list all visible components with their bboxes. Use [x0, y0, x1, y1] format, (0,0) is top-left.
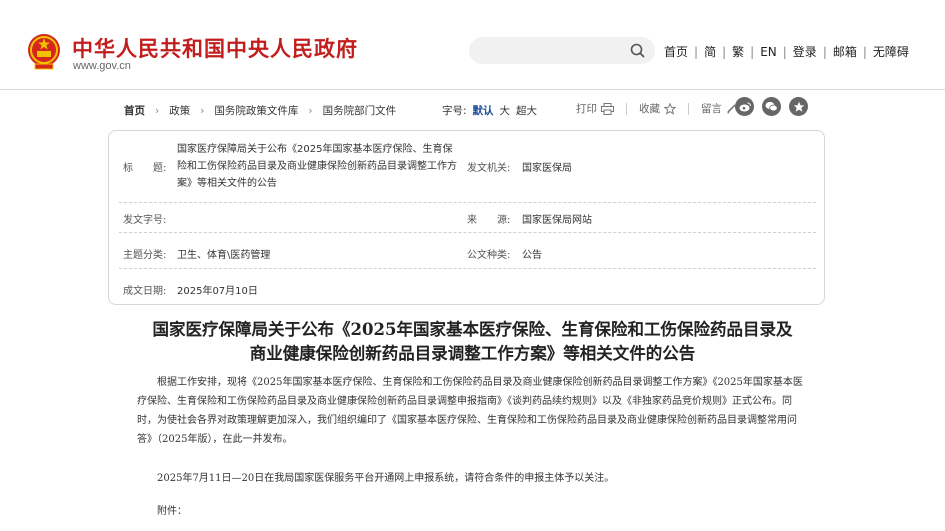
date-value: 2025年07月10日: [177, 286, 258, 297]
article-title: 国家医疗保障局关于公布《2025年国家基本医疗保险、生育保险和工伤保险药品目录及…: [120, 318, 825, 366]
breadcrumb-policy-library[interactable]: 国务院政策文件库: [214, 103, 298, 118]
chevron-right-icon: ›: [200, 104, 205, 117]
info-divider: [119, 232, 816, 233]
article-paragraph: 2025年7月11日—20日在我局国家医保服务平台开通网上申报系统，请符合条件的…: [157, 473, 615, 484]
title-label: 标 题:: [123, 163, 167, 174]
nav-separator: |: [750, 44, 755, 59]
chevron-right-icon: ›: [308, 104, 313, 117]
doc-no-label: 发文字号:: [123, 215, 167, 226]
site-title[interactable]: 中华人民共和国中央人民政府: [72, 33, 358, 63]
issuer-value: 国家医保局: [522, 163, 572, 174]
article-paragraph: 根据工作安排，现将《2025年国家基本医疗保险、生育保险和工伤保险药品目录及商业…: [137, 377, 803, 445]
article-tools: 打印 收藏 留言: [576, 101, 749, 116]
comment-label: 留言: [701, 103, 722, 115]
article-title-line: 国家医疗保障局关于公布《2025年国家基本医疗保险、生育保险和工伤保险药品目录及: [152, 320, 793, 339]
favorite-button[interactable]: 收藏: [639, 101, 676, 116]
font-size-default[interactable]: 默认: [473, 103, 494, 118]
tool-divider: [688, 102, 689, 115]
qzone-icon[interactable]: [789, 97, 808, 116]
doc-type-value: 公告: [522, 250, 542, 261]
weibo-icon[interactable]: [735, 97, 754, 116]
breadcrumb-department-docs[interactable]: 国务院部门文件: [323, 103, 397, 118]
nav-login[interactable]: 登录: [793, 43, 817, 60]
nav-separator: |: [782, 44, 787, 59]
national-emblem-icon[interactable]: [26, 32, 62, 72]
comment-button[interactable]: 留言: [701, 101, 737, 116]
top-nav: 首页 | 简 | 繁 | EN | 登录 | 邮箱 | 无障碍: [664, 43, 909, 60]
breadcrumb: 首页 › 政策 › 国务院政策文件库 › 国务院部门文件: [124, 103, 396, 118]
breadcrumb-policy[interactable]: 政策: [169, 103, 190, 118]
site-header: 中华人民共和国中央人民政府 www.gov.cn 首页 | 简 | 繁 | EN…: [0, 0, 945, 90]
nav-simplified[interactable]: 简: [704, 43, 716, 60]
font-size-label: 字号:: [442, 105, 467, 117]
nav-separator: |: [862, 44, 867, 59]
info-row-title: 标 题: 国家医疗保障局关于公布《2025年国家基本医疗保险、生育保险和工伤保险…: [109, 131, 826, 203]
category-value: 卫生、体育\医药管理: [177, 250, 271, 261]
breadcrumb-home[interactable]: 首页: [124, 103, 145, 118]
nav-home[interactable]: 首页: [664, 43, 688, 60]
title-value: 国家医疗保障局关于公布《2025年国家基本医疗保险、生育保险和工伤保险药品目录及…: [177, 144, 457, 189]
tool-divider: [626, 102, 627, 115]
print-button[interactable]: 打印: [576, 101, 614, 116]
font-size-selector: 字号: 默认 大 超大: [442, 103, 537, 118]
search-icon[interactable]: [630, 43, 645, 58]
star-icon: [664, 102, 676, 115]
attachments-label: 附件：: [157, 506, 187, 517]
nav-accessibility[interactable]: 无障碍: [873, 43, 909, 60]
breadcrumb-bar: 首页 › 政策 › 国务院政策文件库 › 国务院部门文件 字号: 默认 大 超大…: [124, 97, 824, 120]
doc-type-label: 公文种类:: [467, 250, 511, 261]
search-input[interactable]: [481, 41, 621, 60]
font-size-xlarge[interactable]: 超大: [516, 103, 537, 118]
document-info-box: 标 题: 国家医疗保障局关于公布《2025年国家基本医疗保险、生育保险和工伤保险…: [108, 130, 825, 305]
wechat-icon[interactable]: [762, 97, 781, 116]
nav-traditional[interactable]: 繁: [732, 43, 744, 60]
share-buttons: [735, 97, 808, 116]
site-domain: www.gov.cn: [73, 60, 131, 72]
category-label: 主题分类:: [123, 250, 167, 261]
print-label: 打印: [576, 103, 597, 115]
date-label: 成文日期:: [123, 286, 167, 297]
issuer-label: 发文机关:: [467, 163, 511, 174]
nav-mail[interactable]: 邮箱: [833, 43, 857, 60]
info-divider: [119, 202, 816, 203]
printer-icon: [601, 102, 614, 115]
favorite-label: 收藏: [639, 103, 660, 115]
nav-separator: |: [722, 44, 727, 59]
search-box: [469, 37, 655, 64]
info-divider: [119, 268, 816, 269]
source-label: 来 源:: [467, 215, 511, 226]
chevron-right-icon: ›: [155, 104, 160, 117]
article-title-line: 商业健康保险创新药品目录调整工作方案》等相关文件的公告: [249, 344, 696, 363]
nav-english[interactable]: EN: [760, 45, 777, 59]
source-value: 国家医保局网站: [522, 215, 592, 226]
nav-separator: |: [694, 44, 699, 59]
nav-separator: |: [822, 44, 827, 59]
font-size-large[interactable]: 大: [500, 103, 511, 118]
